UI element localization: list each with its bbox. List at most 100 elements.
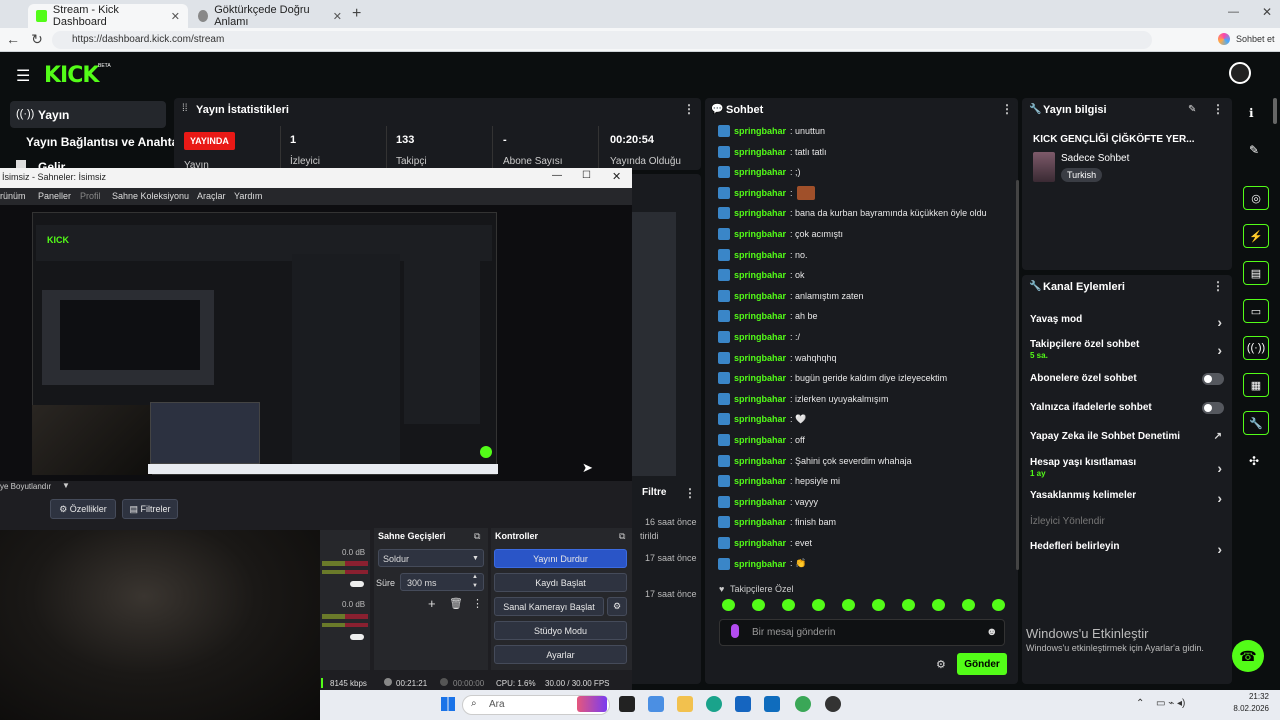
- obs-taskbar-icon[interactable]: [825, 696, 841, 712]
- emote-icon[interactable]: [812, 599, 825, 611]
- channel-action-item[interactable]: Yapay Zeka ile Sohbet Denetimi ↗: [1030, 431, 1226, 453]
- emote-icon[interactable]: [962, 599, 975, 611]
- chat-username[interactable]: springbahar: [734, 353, 786, 363]
- chat-username[interactable]: springbahar: [734, 147, 786, 157]
- camera-icon[interactable]: ◎: [1243, 186, 1269, 210]
- chat-username[interactable]: springbahar: [734, 311, 786, 321]
- chat-username[interactable]: springbahar: [734, 497, 786, 507]
- close-tab-icon[interactable]: ✕: [333, 10, 342, 23]
- virtual-camera-settings-icon[interactable]: ⚙: [607, 597, 627, 616]
- channel-action-item[interactable]: Yalnızca ifadelerle sohbet: [1030, 402, 1226, 424]
- settings-icon[interactable]: ⚙: [936, 658, 946, 671]
- chat-username[interactable]: springbahar: [734, 167, 786, 177]
- layout-icon[interactable]: ▦: [1243, 373, 1269, 397]
- obs-menu-view[interactable]: rünüm: [0, 191, 26, 201]
- obs-menu-tools[interactable]: Araçlar: [197, 191, 226, 201]
- tray-chevron-icon[interactable]: ⌃: [1136, 698, 1144, 709]
- chat-username[interactable]: springbahar: [734, 517, 786, 527]
- info-icon[interactable]: ℹ: [1249, 106, 1254, 120]
- channel-action-item[interactable]: Abonelere özel sohbet: [1030, 373, 1226, 395]
- channel-action-item[interactable]: Yavaş mod ›: [1030, 314, 1226, 336]
- channel-action-item[interactable]: Hesap yaşı kısıtlaması 1 ay ›: [1030, 457, 1226, 479]
- edit-icon[interactable]: ✎: [1188, 104, 1196, 115]
- obs-menu-collection[interactable]: Sahne Koleksiyonu: [112, 191, 189, 201]
- tray-icons[interactable]: ▭ ⌁ ◂): [1156, 698, 1185, 709]
- drag-handle-icon[interactable]: ⁞⁞: [182, 103, 188, 114]
- obs-menu-profile[interactable]: Profil: [80, 191, 101, 201]
- microphone-icon[interactable]: [731, 624, 739, 638]
- back-icon[interactable]: ←: [4, 31, 22, 47]
- channel-action-item[interactable]: Takipçilere özel sohbet 5 sa. ›: [1030, 339, 1226, 361]
- chat-username[interactable]: springbahar: [734, 538, 786, 548]
- undock-icon[interactable]: ⧉: [474, 531, 480, 542]
- start-recording-button[interactable]: Kaydı Başlat: [494, 573, 627, 592]
- chat-username[interactable]: springbahar: [734, 126, 786, 136]
- close-tab-icon[interactable]: ✕: [171, 10, 180, 23]
- emote-icon[interactable]: [992, 599, 1005, 611]
- widgets-icon[interactable]: [648, 696, 664, 712]
- more-icon[interactable]: ⋮: [472, 597, 483, 610]
- tools-icon[interactable]: 🔧: [1243, 411, 1269, 435]
- chat-username[interactable]: springbahar: [734, 229, 786, 239]
- edge-icon[interactable]: [706, 696, 722, 712]
- windows-start-icon[interactable]: [441, 697, 455, 711]
- close-window-icon[interactable]: ✕: [1262, 5, 1272, 19]
- emoji-icon[interactable]: ☻: [986, 626, 998, 638]
- channel-action-item[interactable]: Hedefleri belirleyin ›: [1030, 541, 1226, 563]
- chat-username[interactable]: springbahar: [734, 435, 786, 445]
- menu-icon[interactable]: ☰: [16, 66, 30, 86]
- emote-icon[interactable]: [752, 599, 765, 611]
- emote-icon[interactable]: [872, 599, 885, 611]
- file-explorer-icon[interactable]: [677, 696, 693, 712]
- connections-icon[interactable]: ✣: [1249, 454, 1259, 468]
- settings-button[interactable]: Ayarlar: [494, 645, 627, 664]
- send-button[interactable]: Gönder: [957, 653, 1007, 675]
- stepper-arrows-icon[interactable]: ▲ ▼: [472, 573, 478, 591]
- chat-username[interactable]: springbahar: [734, 394, 786, 404]
- source-dropdown-icon[interactable]: ▼: [62, 481, 70, 490]
- browser-tab-kick[interactable]: Stream - Kick Dashboard ✕: [28, 4, 188, 28]
- mail-icon[interactable]: [764, 696, 780, 712]
- new-tab-icon[interactable]: +: [352, 5, 361, 23]
- filters-button[interactable]: ▤ Filtreler: [122, 499, 178, 519]
- emote-icon[interactable]: [782, 599, 795, 611]
- chat-username[interactable]: springbahar: [734, 250, 786, 260]
- sidebar-item-stream-key[interactable]: Yayın Bağlantısı ve Anahtarı: [26, 135, 186, 149]
- minimize-window-icon[interactable]: —: [1228, 6, 1239, 18]
- store-icon[interactable]: [735, 696, 751, 712]
- toggle-switch[interactable]: [1202, 402, 1224, 414]
- taskbar-date[interactable]: 8.02.2026: [1226, 704, 1269, 713]
- chat-username[interactable]: springbahar: [734, 559, 786, 569]
- emote-icon[interactable]: [932, 599, 945, 611]
- volume-slider[interactable]: [350, 634, 364, 640]
- chat-username[interactable]: springbahar: [734, 476, 786, 486]
- document-icon[interactable]: ▤: [1243, 261, 1269, 285]
- refresh-icon[interactable]: ↻: [28, 31, 46, 48]
- studio-mode-button[interactable]: Stüdyo Modu: [494, 621, 627, 640]
- task-view-icon[interactable]: [619, 696, 635, 712]
- chat-username[interactable]: springbahar: [734, 373, 786, 383]
- avatar[interactable]: [1229, 62, 1251, 84]
- chat-username[interactable]: springbahar: [734, 456, 786, 466]
- more-icon[interactable]: ⋮: [684, 486, 696, 500]
- toggle-switch[interactable]: [1202, 373, 1224, 385]
- chat-username[interactable]: springbahar: [734, 291, 786, 301]
- maximize-icon[interactable]: ☐: [582, 170, 591, 181]
- emote-icon[interactable]: [842, 599, 855, 611]
- emote-icon[interactable]: [902, 599, 915, 611]
- xbox-icon[interactable]: [795, 696, 811, 712]
- more-icon[interactable]: ⋮: [683, 102, 695, 116]
- add-icon[interactable]: +: [428, 596, 436, 611]
- chat-username[interactable]: springbahar: [734, 188, 786, 198]
- start-virtual-camera-button[interactable]: Sanal Kamerayı Başlat: [494, 597, 604, 616]
- page-scrollbar[interactable]: [1273, 98, 1277, 124]
- minimize-icon[interactable]: —: [552, 170, 562, 181]
- url-field[interactable]: https://dashboard.kick.com/stream: [52, 31, 1152, 49]
- pencil-icon[interactable]: ✎: [1249, 143, 1259, 157]
- volume-slider[interactable]: [350, 581, 364, 587]
- more-icon[interactable]: ⋮: [1001, 102, 1013, 116]
- copilot-icon[interactable]: [1218, 33, 1230, 45]
- copilot-label[interactable]: Sohbet et: [1236, 34, 1275, 44]
- close-icon[interactable]: ✕: [612, 170, 621, 183]
- more-icon[interactable]: ⋮: [1212, 279, 1224, 293]
